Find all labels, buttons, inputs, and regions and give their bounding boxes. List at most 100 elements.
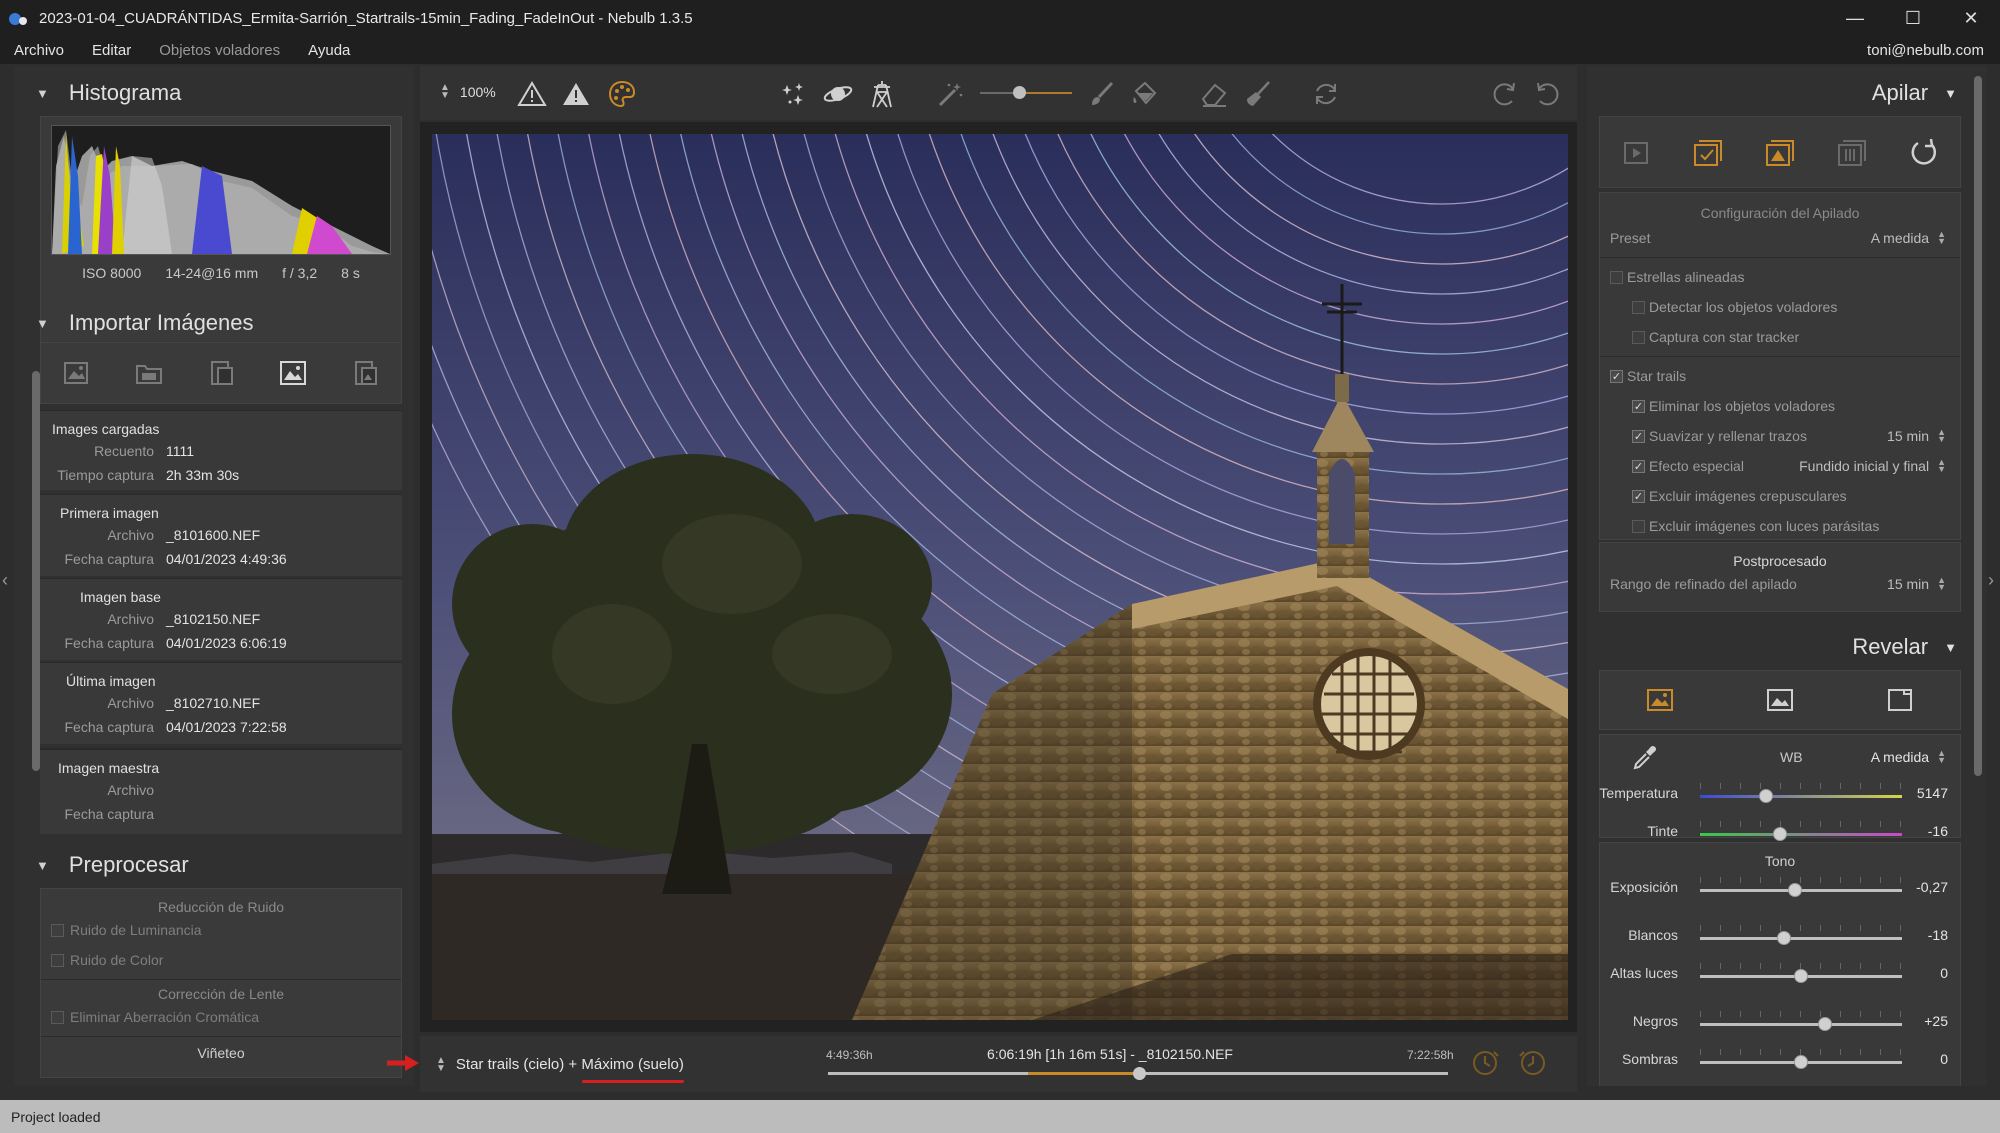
play-preview-icon[interactable] [1618,135,1654,171]
slider-knob[interactable] [1013,86,1026,99]
checkbox[interactable] [51,923,64,937]
stack-mode-selector[interactable]: ▲ ▼ Star trails (cielo) + Máximo (suelo) [436,1055,684,1073]
refine-range-row[interactable]: Rango de refinado del apilado 15 min ▲ ▼ [1600,569,1960,599]
fill-bucket-icon[interactable] [1128,78,1160,110]
slider-knob[interactable] [1794,969,1808,983]
maximize-button[interactable]: ☐ [1884,0,1942,36]
luminance-noise-option[interactable]: Ruido de Luminancia [41,915,401,945]
stepper-arrows-icon[interactable]: ▲ ▼ [440,83,450,101]
add-folder-icon[interactable] [131,355,167,391]
refresh-icon[interactable] [1310,78,1342,110]
whites-slider[interactable]: Blancos -18 [1600,917,1960,955]
vignette-group-title[interactable]: Viñeteo [41,1045,401,1061]
eraser-icon[interactable] [1198,78,1230,110]
develop-image-icon[interactable] [1642,682,1678,718]
menu-archivo[interactable]: Archivo [0,42,78,59]
wb-row[interactable]: WB A medida ▲ ▼ [1600,739,1960,775]
right-scrollbar[interactable] [1974,76,1982,776]
highlights-slider[interactable]: Altas luces 0 [1600,955,1960,993]
exclude-twilight-option[interactable]: ✓ Excluir imágenes crepusculares [1600,481,1960,511]
master-image-group[interactable]: Imagen maestra Archivo Fecha captura [40,748,402,834]
exposure-slider[interactable]: Exposición -0,27 [1600,869,1960,907]
histogram-header[interactable]: ▼ Histograma [36,80,181,106]
menu-objetos-voladores[interactable]: Objetos voladores [145,42,294,59]
slider-knob[interactable] [1777,931,1791,945]
collapse-right-icon[interactable]: › [1988,570,1994,591]
crop-frame-icon[interactable] [1882,682,1918,718]
warning-outline-icon[interactable] [516,78,548,110]
timeline-knob[interactable] [1133,1067,1146,1080]
aligned-stars-option[interactable]: Estrellas alineadas [1600,262,1960,292]
clock-forward-icon[interactable] [1470,1046,1502,1078]
add-flats-icon[interactable] [347,355,383,391]
checkbox[interactable] [1632,519,1645,533]
menu-ayuda[interactable]: Ayuda [294,42,364,59]
special-effect-option[interactable]: ✓ Efecto especial Fundido inicial y final ▲… [1600,451,1960,481]
stepper-arrows-icon[interactable]: ▲ ▼ [1937,230,1946,246]
stepper-arrows-icon[interactable]: ▲ ▼ [436,1055,446,1073]
zoom-control[interactable]: ▲ ▼ 100% [440,83,496,101]
add-images-icon[interactable] [59,355,95,391]
chromatic-aberration-option[interactable]: Eliminar Aberración Cromática [41,1002,401,1032]
stack-mountain-icon[interactable] [1762,135,1798,171]
landscape-icon[interactable] [1762,682,1798,718]
stepper-arrows-icon[interactable]: ▲ ▼ [1937,749,1946,765]
clock-history-icon[interactable] [1516,1046,1548,1078]
eyedropper-icon[interactable] [1630,742,1660,772]
slider-knob[interactable] [1818,1017,1832,1031]
checkbox[interactable] [51,953,64,967]
redo-icon[interactable] [1488,78,1520,110]
timeline-slider[interactable] [828,1067,1448,1080]
slider-knob[interactable] [1773,827,1787,841]
checkbox-checked[interactable]: ✓ [1632,399,1645,413]
warning-filled-icon[interactable] [560,78,592,110]
collapse-left-icon[interactable]: ‹ [2,570,8,591]
user-account[interactable]: toni@nebulb.com [1867,42,1984,59]
blacks-slider[interactable]: Negros +25 [1600,1003,1960,1041]
import-header[interactable]: ▼ Importar Imágenes [36,310,254,336]
stepper-arrows-icon[interactable]: ▲ ▼ [1937,428,1946,444]
develop-header[interactable]: Revelar ▼ [1852,634,1957,660]
base-image-group[interactable]: Imagen base Archivo _8102150.NEF Fecha ca… [40,578,402,660]
base-image-icon[interactable] [275,355,311,391]
slider-knob[interactable] [1794,1055,1808,1069]
first-image-group[interactable]: Primera imagen Archivo _8101600.NEF Fecha… [40,494,402,576]
brush-size-slider[interactable] [980,86,1072,99]
slider-knob[interactable] [1759,789,1773,803]
detect-flying-option[interactable]: Detectar los objetos voladores [1600,292,1960,322]
checkbox[interactable] [1632,330,1645,344]
left-scrollbar[interactable] [32,371,40,771]
checkbox[interactable] [1632,300,1645,314]
checkbox-checked[interactable]: ✓ [1632,489,1645,503]
checkbox[interactable] [51,1010,64,1024]
checkbox-checked[interactable]: ✓ [1632,459,1645,473]
shadows-slider[interactable]: Sombras 0 [1600,1041,1960,1079]
image-viewer[interactable] [420,122,1577,1032]
checkbox-checked[interactable]: ✓ [1632,429,1645,443]
stepper-arrows-icon[interactable]: ▲ ▼ [1937,458,1946,474]
stepper-arrows-icon[interactable]: ▲ ▼ [1937,576,1946,592]
magic-wand-icon[interactable] [934,78,966,110]
star-tracker-option[interactable]: Captura con star tracker [1600,322,1960,352]
checkbox-checked[interactable]: ✓ [1610,369,1623,383]
add-darks-icon[interactable] [203,355,239,391]
stack-header[interactable]: Apilar ▼ [1872,80,1957,106]
close-button[interactable]: ✕ [1942,0,2000,36]
remove-flying-option[interactable]: ✓ Eliminar los objetos voladores [1600,391,1960,421]
stack-check-icon[interactable] [1690,135,1726,171]
color-noise-option[interactable]: Ruido de Color [41,945,401,975]
reset-icon[interactable] [1906,135,1942,171]
temperature-slider[interactable]: Temperatura 5147 [1599,775,1960,813]
slider-knob[interactable] [1788,883,1802,897]
checkbox[interactable] [1610,270,1623,284]
preset-row[interactable]: Preset A medida ▲ ▼ [1600,223,1960,253]
last-image-group[interactable]: Última imagen Archivo _8102710.NEF Fecha … [40,662,402,744]
undo-icon[interactable] [1532,78,1564,110]
minimize-button[interactable]: — [1826,0,1884,36]
menu-editar[interactable]: Editar [78,42,145,59]
stack-columns-icon[interactable] [1834,135,1870,171]
broom-icon[interactable] [1242,78,1274,110]
preprocess-header[interactable]: ▼ Preprocesar [36,852,189,878]
star-trails-option[interactable]: ✓ Star trails [1600,361,1960,391]
brush-icon[interactable] [1086,78,1118,110]
